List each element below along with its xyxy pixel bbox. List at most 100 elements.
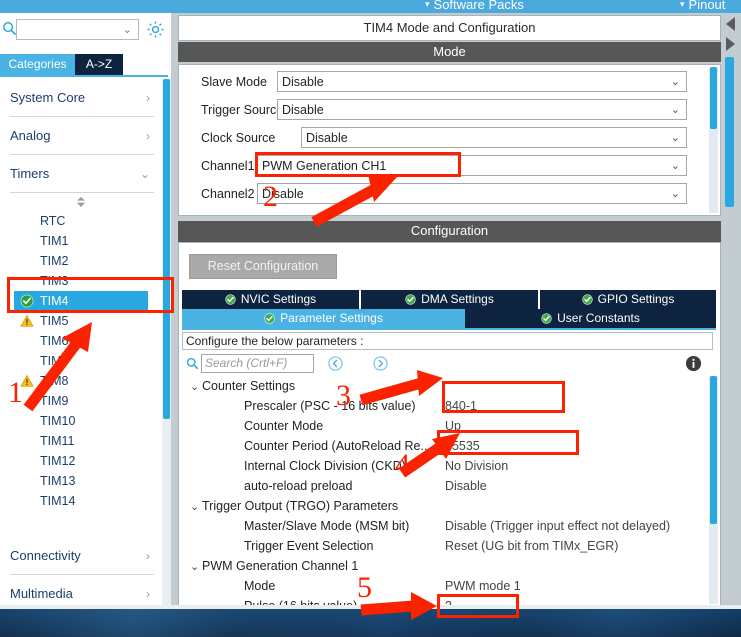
clock-source-value: Disable (306, 130, 348, 145)
param-row-auto-reload-preload[interactable]: auto-reload preload Disable (182, 476, 713, 496)
categories-scrollbar-thumb[interactable] (163, 79, 170, 419)
tree-item-tim7-label: TIM7 (40, 354, 69, 368)
tree-item-tim5[interactable]: TIM5 (18, 311, 162, 331)
tree-item-tim8[interactable]: TIM8 (18, 371, 162, 391)
menu-pinout-label: Pinout (688, 0, 726, 12)
tree-item-tim12[interactable]: TIM12 (18, 451, 162, 471)
chevron-right-icon: › (146, 128, 150, 143)
param-trigger-event-selection-value[interactable]: Reset (UG bit from TIMx_EGR) (445, 536, 618, 556)
configuration-section: Reset Configuration NVIC Settings DMA Se… (178, 242, 721, 607)
search-input[interactable]: ⌄ (16, 19, 139, 40)
menu-pinout[interactable]: ▾ Pinout (680, 0, 725, 12)
param-prescaler-value[interactable]: 840-1 (445, 396, 477, 416)
param-row-counter-mode[interactable]: Counter Mode Up (182, 416, 713, 436)
tree-item-tim2[interactable]: TIM2 (18, 251, 162, 271)
tree-item-tim2-label: TIM2 (40, 254, 69, 268)
slave-mode-select[interactable]: Disable ⌄ (277, 71, 687, 92)
tree-item-tim3[interactable]: TIM3 (18, 271, 162, 291)
param-group-trgo[interactable]: ⌄ Trigger Output (TRGO) Parameters (182, 496, 713, 516)
trigger-source-select[interactable]: Disable ⌄ (277, 99, 687, 120)
circle-arrow-left-icon[interactable] (328, 356, 343, 371)
param-row-prescaler[interactable]: Prescaler (PSC - 16 bits value) 840-1 (182, 396, 713, 416)
chevron-down-icon: ⌄ (670, 132, 680, 144)
tab-user-constants[interactable]: User Constants (465, 309, 716, 328)
category-timers-label: Timers (10, 166, 50, 181)
category-connectivity[interactable]: Connectivity › (10, 537, 154, 575)
categories-scrollbar[interactable] (162, 79, 171, 609)
param-row-trigger-event-selection[interactable]: Trigger Event Selection Reset (UG bit fr… (182, 536, 713, 556)
param-group-counter-settings[interactable]: ⌄ Counter Settings (182, 376, 713, 396)
chevron-right-icon: › (146, 586, 150, 601)
tree-item-tim11[interactable]: TIM11 (18, 431, 162, 451)
row-slave-mode: Slave Mode Disable ⌄ (201, 71, 711, 92)
tree-item-tim12-label: TIM12 (40, 454, 76, 468)
trigger-source-label: Trigger Source (201, 102, 284, 117)
clock-source-select[interactable]: Disable ⌄ (301, 127, 687, 148)
param-auto-reload-preload-value[interactable]: Disable (445, 476, 487, 496)
chevron-down-icon: ▾ (680, 0, 685, 9)
main-panel-scrollbar[interactable] (724, 57, 735, 607)
tab-nvic-settings-label: NVIC Settings (240, 292, 317, 306)
config-tab-underline (182, 328, 716, 330)
param-row-clock-division[interactable]: Internal Clock Division (CKD) No Divisio… (182, 456, 713, 476)
tree-item-tim1[interactable]: TIM1 (18, 231, 162, 251)
tab-a-to-z[interactable]: A->Z (75, 54, 123, 75)
parameter-scrollbar-thumb[interactable] (710, 376, 717, 524)
tree-item-tim9[interactable]: TIM9 (18, 391, 162, 411)
parameter-search-input[interactable]: Search (Crtl+F) (201, 354, 314, 373)
panel-collapse-arrows-icon[interactable] (722, 15, 736, 55)
param-row-counter-period[interactable]: Counter Period (AutoReload Re.. 65535 (182, 436, 713, 456)
tree-item-tim13[interactable]: TIM13 (18, 471, 162, 491)
chevron-down-icon: ⌄ (190, 561, 200, 573)
param-row-master-slave-mode[interactable]: Master/Slave Mode (MSM bit) Disable (Tri… (182, 516, 713, 536)
info-icon[interactable] (685, 355, 702, 372)
param-pwm-mode-value[interactable]: PWM mode 1 (445, 576, 521, 596)
mode-scrollbar-thumb[interactable] (710, 67, 717, 129)
tree-item-tim6[interactable]: TIM6 (18, 331, 162, 351)
mode-scrollbar[interactable] (709, 67, 718, 213)
tree-item-rtc[interactable]: RTC (18, 211, 162, 231)
reset-configuration-button[interactable]: Reset Configuration (189, 254, 337, 279)
param-row-pwm-mode[interactable]: Mode PWM mode 1 (182, 576, 713, 596)
category-multimedia[interactable]: Multimedia › (10, 575, 154, 609)
channel1-select[interactable]: PWM Generation CH1 ⌄ (257, 155, 687, 176)
tab-gpio-settings[interactable]: GPIO Settings (540, 290, 716, 309)
tree-item-tim8-label: TIM8 (40, 374, 69, 388)
param-counter-period-value[interactable]: 65535 (445, 436, 480, 456)
tree-scroll-indicator[interactable] (0, 193, 162, 211)
row-clock-source: Clock Source Disable ⌄ (201, 127, 711, 148)
tree-item-tim4[interactable]: TIM4 (14, 291, 148, 311)
param-counter-mode-value[interactable]: Up (445, 416, 461, 436)
param-counter-mode-label: Counter Mode (244, 419, 324, 433)
scroll-updown-icon (77, 197, 85, 207)
mode-section-header: Mode (178, 42, 721, 62)
category-timers[interactable]: Timers ⌄ (10, 155, 154, 193)
tree-item-tim9-label: TIM9 (40, 394, 69, 408)
category-system-core[interactable]: System Core › (10, 79, 154, 117)
category-analog[interactable]: Analog › (10, 117, 154, 155)
channel2-select[interactable]: Disable ⌄ (257, 183, 687, 204)
tree-item-tim14-label: TIM14 (40, 494, 76, 508)
param-master-slave-mode-value[interactable]: Disable (Trigger input effect not delaye… (445, 516, 670, 536)
main-panel-scrollbar-thumb[interactable] (725, 57, 734, 207)
slave-mode-value: Disable (282, 74, 324, 89)
param-prescaler-label: Prescaler (PSC - 16 bits value) (244, 399, 416, 413)
categories-panel: ⌄ Categories A->Z System Core › Analog ›… (0, 13, 173, 609)
tree-item-tim10[interactable]: TIM10 (18, 411, 162, 431)
param-group-pwm-channel-1[interactable]: ⌄ PWM Generation Channel 1 (182, 556, 713, 576)
tree-item-tim14[interactable]: TIM14 (18, 491, 162, 511)
param-clock-division-value[interactable]: No Division (445, 456, 508, 476)
tree-item-tim7[interactable]: TIM7 (18, 351, 162, 371)
tab-nvic-settings[interactable]: NVIC Settings (182, 290, 359, 309)
parameter-scrollbar[interactable] (709, 376, 718, 604)
menu-software-packs[interactable]: ▾ Software Packs (425, 0, 524, 12)
tab-parameter-settings[interactable]: Parameter Settings (182, 309, 465, 328)
tab-underline (0, 75, 168, 77)
param-clock-division-label: Internal Clock Division (CKD) (244, 459, 406, 473)
tab-categories[interactable]: Categories (0, 54, 75, 75)
chevron-right-icon: › (146, 90, 150, 105)
gear-icon[interactable] (146, 20, 165, 39)
check-circle-icon (541, 313, 552, 324)
tab-dma-settings[interactable]: DMA Settings (361, 290, 538, 309)
circle-arrow-right-icon[interactable] (373, 356, 388, 371)
